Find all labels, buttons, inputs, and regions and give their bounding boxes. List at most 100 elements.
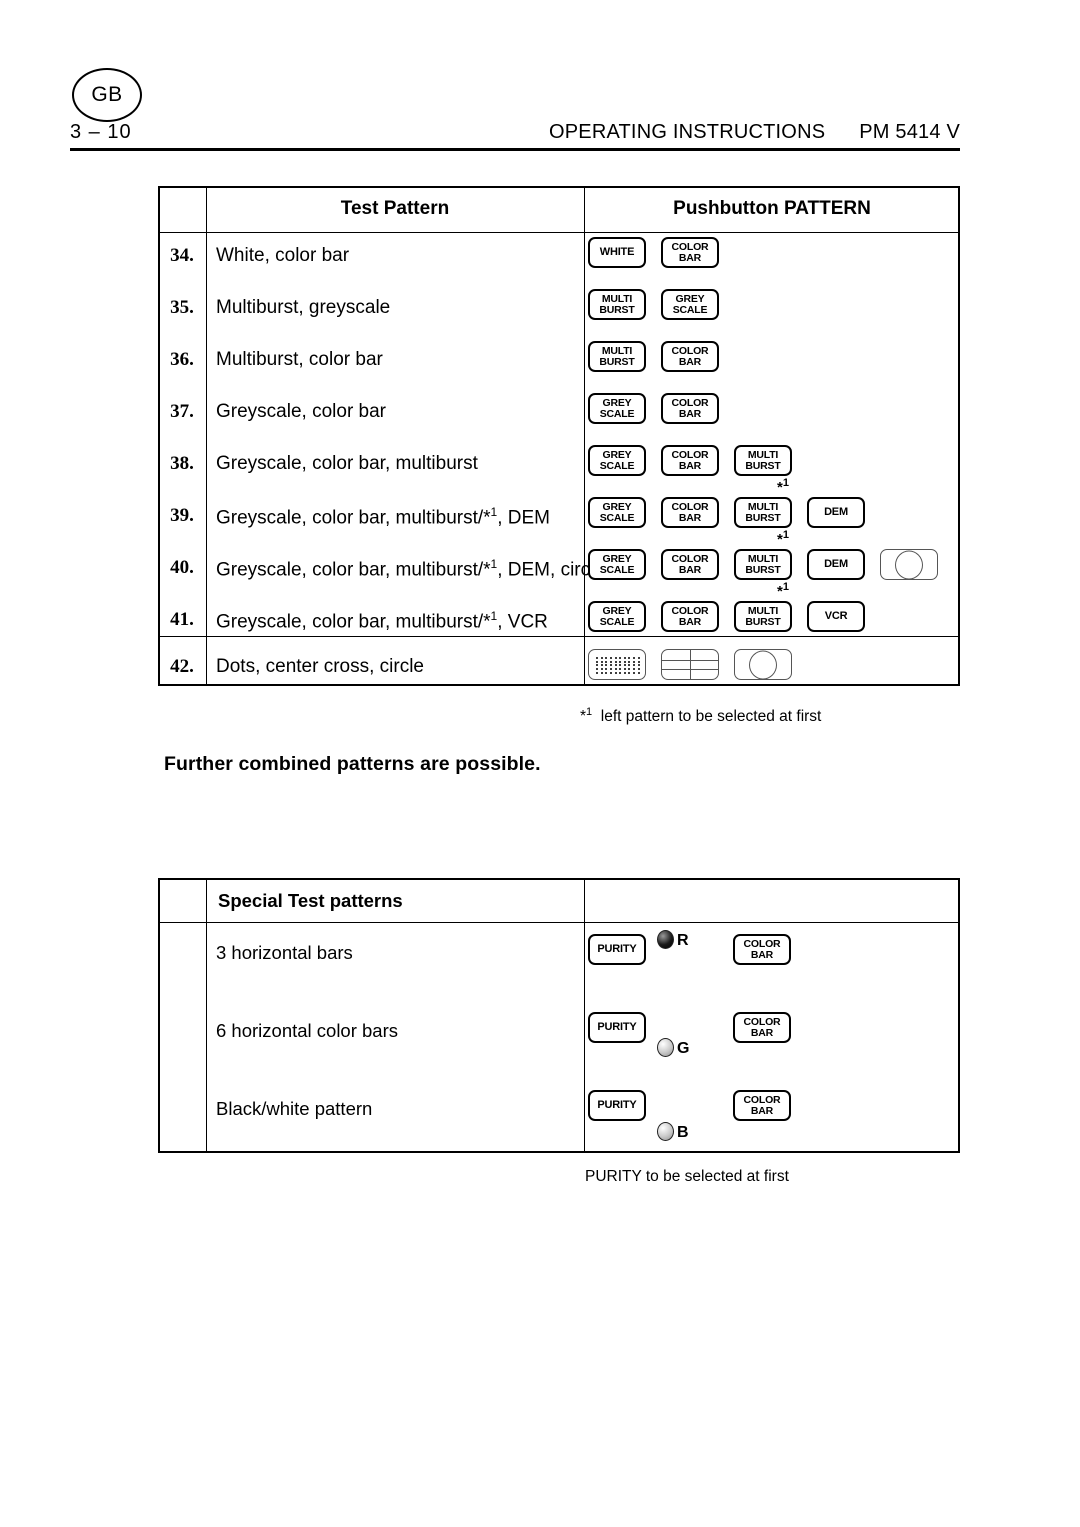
button-grey-scale-label-bottom: SCALE (599, 615, 635, 628)
button-color-bar[interactable]: COLOR BAR (661, 497, 719, 528)
button-grey-scale[interactable]: GREY SCALE (588, 393, 646, 424)
button-multi-burst-label-bottom: BURST (745, 511, 781, 524)
special-table-title: Special Test patterns (218, 890, 403, 911)
button-color-bar-label-top: COLOR (743, 1015, 781, 1028)
circle-icon (895, 550, 923, 579)
special-header-divider (160, 922, 958, 923)
button-grey-scale-label-top: GREY (602, 552, 632, 565)
test-pattern-table: Test Pattern Pushbutton PATTERN 34. Whit… (158, 186, 960, 686)
button-grey-scale[interactable]: GREY SCALE (588, 601, 646, 632)
model-name: PM 5414 V (859, 121, 960, 143)
page-header: GB 3 – 10 OPERATING INSTRUCTIONS PM 5414 … (0, 0, 1080, 160)
column-header-pushbutton: Pushbutton PATTERN (673, 198, 871, 219)
button-grey-scale[interactable]: GREY SCALE (588, 497, 646, 528)
button-circle-pattern[interactable] (734, 649, 792, 680)
button-grey-scale[interactable]: GREY SCALE (661, 289, 719, 320)
table-row-divider (160, 636, 958, 637)
footnote-text: left pattern to be selected at first (600, 708, 822, 726)
button-purity-label: PURITY (597, 1021, 637, 1033)
button-color-bar[interactable]: COLOR BAR (733, 1012, 791, 1043)
row-label-39-pre: Greyscale, color bar, multiburst/* (216, 507, 491, 529)
special-column-divider-1 (206, 880, 207, 1151)
button-color-bar-label-bottom: BAR (750, 1104, 774, 1117)
button-grey-scale[interactable]: GREY SCALE (588, 445, 646, 476)
table-row: 40. (170, 557, 194, 578)
page-number: 3 – 10 (70, 121, 132, 143)
button-dem[interactable]: DEM (807, 497, 865, 528)
button-color-bar-label-top: COLOR (743, 937, 781, 950)
button-white-label: WHITE (599, 246, 635, 258)
button-color-bar-label-top: COLOR (671, 552, 709, 565)
button-color-bar-label-bottom: BAR (678, 407, 702, 420)
button-color-bar-label-top: COLOR (671, 500, 709, 513)
row-label-34: White, color bar (216, 245, 350, 266)
table-row: 35. (170, 297, 194, 318)
button-color-bar-label-bottom: BAR (678, 511, 702, 524)
region-badge: GB (72, 68, 142, 122)
special-row-label-2: 6 horizontal color bars (216, 1020, 399, 1041)
button-color-bar[interactable]: COLOR BAR (661, 601, 719, 632)
row-label-40-pre: Greyscale, color bar, multiburst/* (216, 559, 491, 581)
row-label-42: Dots, center cross, circle (216, 656, 424, 677)
button-grey-scale-label-top: GREY (602, 396, 632, 409)
button-multi-burst-label-bottom: BURST (745, 615, 781, 628)
button-vcr[interactable]: VCR (807, 601, 865, 632)
header-title-block: OPERATING INSTRUCTIONS PM 5414 V (549, 121, 960, 144)
button-multi-burst-label-top: MULTI (601, 292, 633, 305)
document-title: OPERATING INSTRUCTIONS (548, 121, 826, 143)
button-multi-burst[interactable]: MULTI BURST (734, 549, 792, 580)
button-grey-scale-label-top: GREY (602, 604, 632, 617)
button-grey-scale-label-bottom: SCALE (599, 459, 635, 472)
button-color-bar-label-bottom: BAR (678, 355, 702, 368)
button-color-bar[interactable]: COLOR BAR (661, 341, 719, 372)
button-multi-burst-label-bottom: BURST (745, 459, 781, 472)
button-multi-burst[interactable]: MULTI BURST (734, 497, 792, 528)
button-grey-scale[interactable]: GREY SCALE (588, 549, 646, 580)
table-row: 41. (170, 609, 194, 630)
button-purity[interactable]: PURITY (588, 1090, 646, 1121)
button-color-bar[interactable]: COLOR BAR (733, 1090, 791, 1121)
star-sup: 1 (782, 529, 789, 541)
button-color-bar-label-top: COLOR (743, 1093, 781, 1106)
further-patterns-note: Further combined patterns are possible. (164, 753, 541, 775)
button-purity[interactable]: PURITY (588, 1012, 646, 1043)
button-color-bar[interactable]: COLOR BAR (661, 445, 719, 476)
led-label-g: G (677, 1040, 690, 1057)
button-multi-burst[interactable]: MULTI BURST (588, 289, 646, 320)
button-white[interactable]: WHITE (588, 237, 646, 268)
led-label-r: R (677, 932, 689, 949)
button-multi-burst[interactable]: MULTI BURST (734, 601, 792, 632)
row-label-39-post: , DEM (497, 507, 551, 529)
button-color-bar[interactable]: COLOR BAR (661, 549, 719, 580)
button-color-bar[interactable]: COLOR BAR (661, 393, 719, 424)
circle-icon (749, 650, 777, 679)
star-sup: 1 (782, 477, 789, 489)
special-row-label-3: Black/white pattern (216, 1098, 373, 1119)
table-row: 39. (170, 505, 194, 526)
footnote-marker-star1: *1 (777, 581, 789, 600)
button-circle-pattern[interactable] (880, 549, 938, 580)
table-row: 38. (170, 453, 194, 474)
row-label-36: Multiburst, color bar (216, 349, 383, 370)
button-color-bar-label-top: COLOR (671, 396, 709, 409)
table-row: 42. (170, 656, 194, 677)
button-purity[interactable]: PURITY (588, 934, 646, 965)
special-column-divider-2 (584, 880, 585, 1151)
button-multi-burst-label-bottom: BURST (745, 563, 781, 576)
button-dots-pattern[interactable] (588, 649, 646, 680)
button-multi-burst[interactable]: MULTI BURST (734, 445, 792, 476)
button-center-cross-pattern[interactable] (661, 649, 719, 680)
row-label-35: Multiburst, greyscale (216, 297, 391, 318)
table-column-divider-1 (206, 188, 207, 684)
special-test-patterns-table: Special Test patterns 3 horizontal bars … (158, 878, 960, 1153)
table-header-divider (160, 232, 958, 233)
button-color-bar[interactable]: COLOR BAR (661, 237, 719, 268)
column-header-test-pattern: Test Pattern (340, 198, 450, 219)
button-multi-burst[interactable]: MULTI BURST (588, 341, 646, 372)
button-dem[interactable]: DEM (807, 549, 865, 580)
footnote-marker-star1: *1 (777, 529, 789, 548)
footnote-left-pattern: *1 left pattern to be selected at first (580, 706, 821, 726)
button-color-bar[interactable]: COLOR BAR (733, 934, 791, 965)
button-color-bar-label-top: COLOR (671, 344, 709, 357)
button-multi-burst-label-top: MULTI (747, 500, 779, 513)
